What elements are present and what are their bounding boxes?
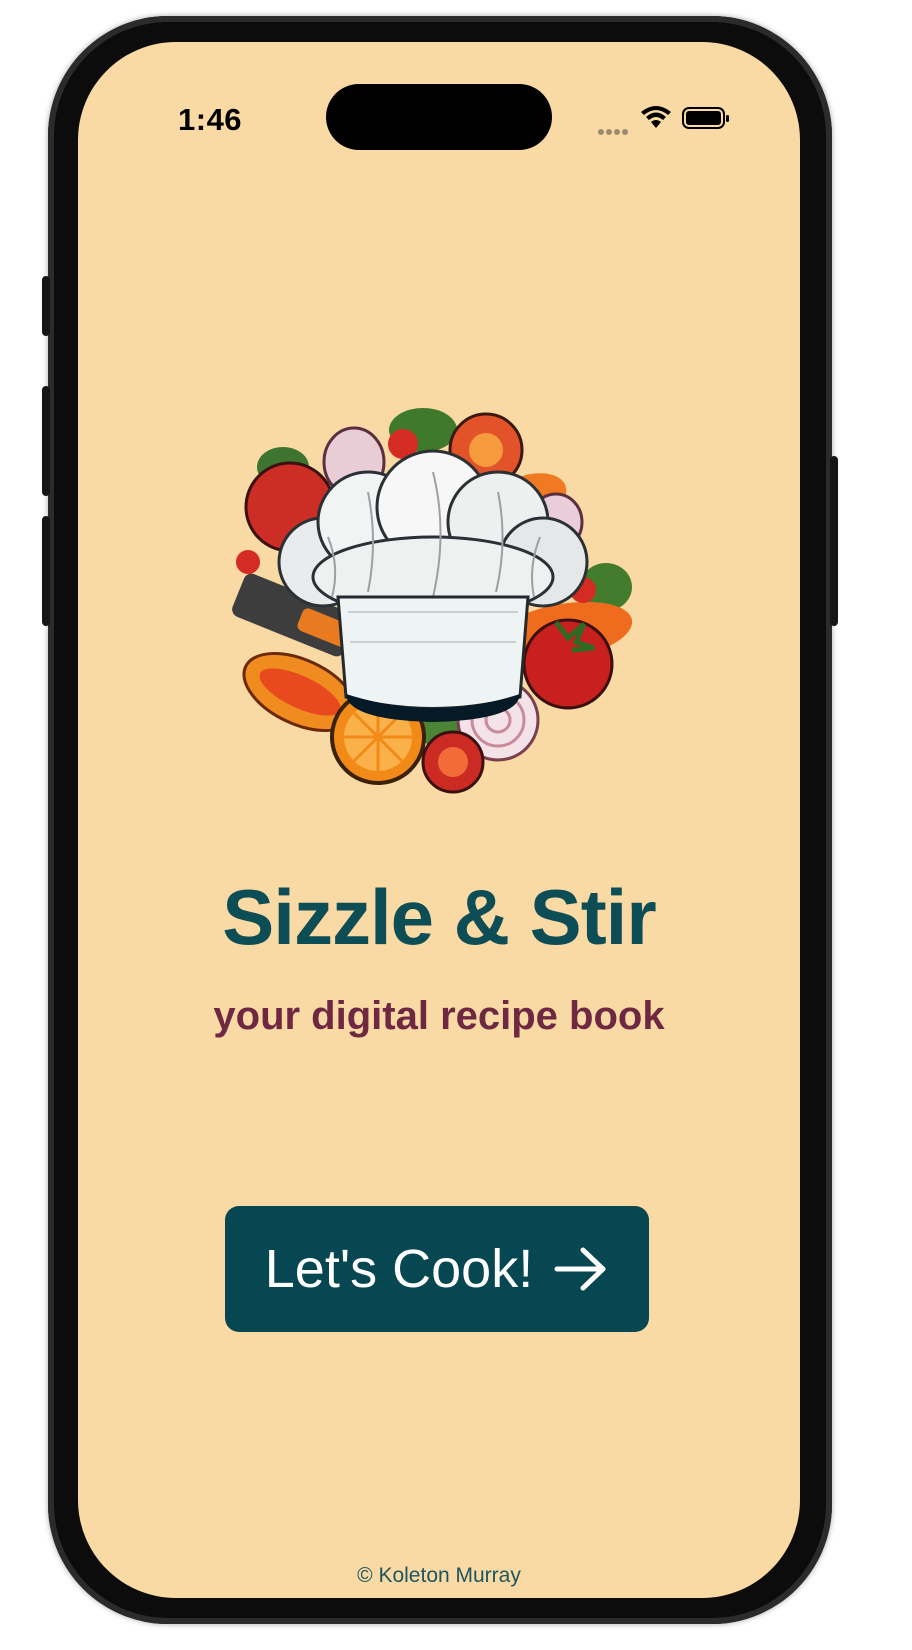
mute-switch xyxy=(42,276,50,336)
copyright-footer: © Koleton Murray xyxy=(357,1564,521,1587)
app-title: Sizzle & Stir xyxy=(222,873,656,961)
dynamic-island xyxy=(326,84,552,150)
app-subtitle: your digital recipe book xyxy=(213,994,665,1038)
app-screen: 1:46 Sizzle & Stir your digital recipe b… xyxy=(78,42,800,1598)
power-button xyxy=(830,456,838,626)
wifi-icon xyxy=(641,106,671,128)
phone-frame: 1:46 Sizzle & Stir your digital recipe b… xyxy=(42,16,838,1624)
status-bar: 1:46 xyxy=(78,42,800,152)
arrow-right-icon xyxy=(554,1247,606,1291)
lets-cook-label: Let's Cook! xyxy=(264,1239,534,1299)
battery-icon xyxy=(682,107,729,129)
chef-hat-vegetables-logo xyxy=(232,408,633,794)
volume-up-button xyxy=(42,386,50,496)
status-time: 1:46 xyxy=(178,102,243,137)
volume-down-button xyxy=(42,516,50,626)
lets-cook-button[interactable]: Let's Cook! xyxy=(225,1206,649,1332)
cellular-signal-icon xyxy=(598,122,632,135)
